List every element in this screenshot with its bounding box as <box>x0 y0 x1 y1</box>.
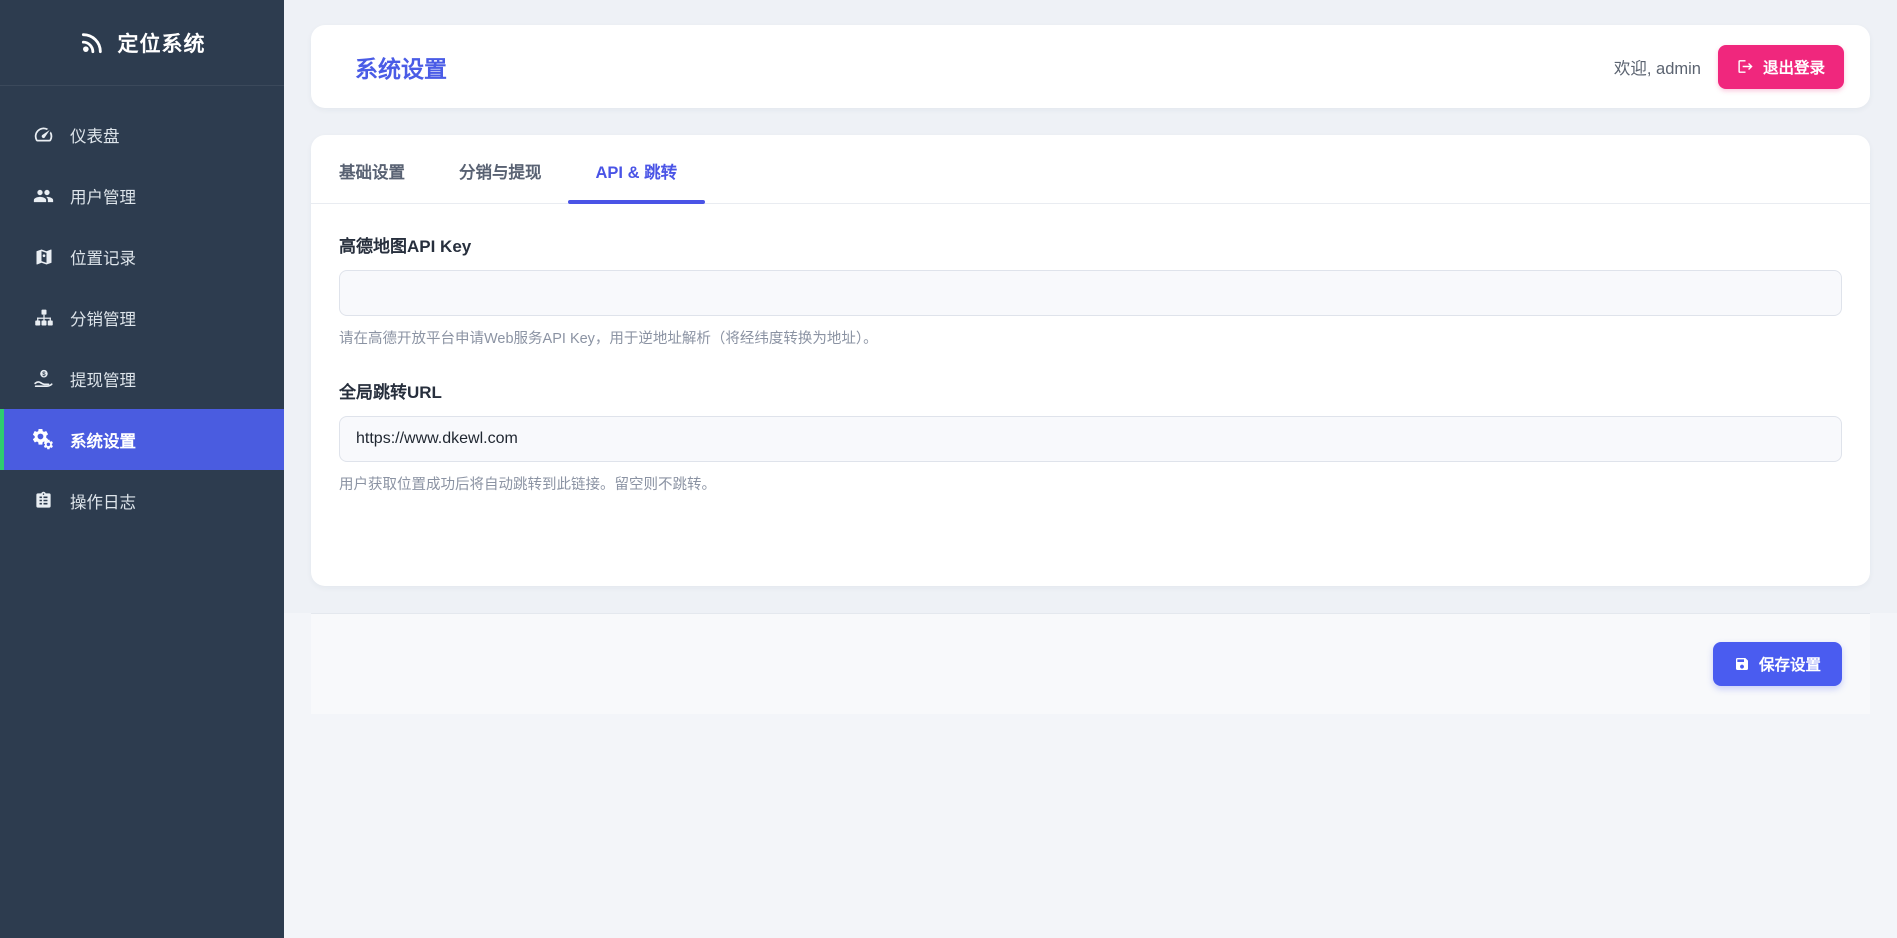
sitemap-icon <box>33 307 54 328</box>
sidebar-item-logs[interactable]: 操作日志 <box>0 470 284 531</box>
clipboard-list-icon <box>33 490 54 511</box>
field-amap-api-key: 高德地图API Key 请在高德开放平台申请Web服务API Key，用于逆地址… <box>339 232 1842 348</box>
tab-basic-settings[interactable]: 基础设置 <box>339 135 405 203</box>
brand-name: 定位系统 <box>117 32 206 56</box>
save-settings-button[interactable]: 保存设置 <box>1712 642 1842 686</box>
header-right: 欢迎, admin 退出登录 <box>1613 44 1844 89</box>
sidebar-item-distribution[interactable]: 分销管理 <box>0 287 284 348</box>
tabbar: 基础设置 分销与提现 API & 跳转 <box>311 135 1870 204</box>
sidebar-item-withdrawals[interactable]: $ 提现管理 <box>0 348 284 409</box>
sidebar-item-locations[interactable]: 位置记录 <box>0 226 284 287</box>
gears-icon <box>33 429 54 450</box>
sidebar-item-dashboard[interactable]: 仪表盘 <box>0 104 284 165</box>
sidebar-item-label: 操作日志 <box>70 493 136 512</box>
logout-button[interactable]: 退出登录 <box>1717 44 1844 89</box>
satellite-dish-icon <box>79 30 105 56</box>
tab-api-redirect[interactable]: API & 跳转 <box>567 135 705 204</box>
tab-distribution-withdrawal[interactable]: 分销与提现 <box>459 135 542 203</box>
svg-text:$: $ <box>42 371 46 378</box>
sidebar: 定位系统 仪表盘 用户管理 位置记录 分销管理 $ 提现管理 系统设置 操作日志 <box>0 0 284 938</box>
users-icon <box>33 185 54 206</box>
global-redirect-url-help: 用户获取位置成功后将自动跳转到此链接。留空则不跳转。 <box>339 477 716 493</box>
page-title: 系统设置 <box>355 55 447 82</box>
sidebar-item-users[interactable]: 用户管理 <box>0 165 284 226</box>
main-content: 系统设置 欢迎, admin 退出登录 基础设置 分销与提现 API & 跳转 … <box>284 0 1897 613</box>
settings-form: 高德地图API Key 请在高德开放平台申请Web服务API Key，用于逆地址… <box>311 204 1870 494</box>
sidebar-item-label: 仪表盘 <box>70 127 120 146</box>
sidebar-item-label: 分销管理 <box>70 310 136 329</box>
gauge-icon <box>33 124 54 145</box>
amap-api-key-input[interactable] <box>339 270 1842 316</box>
global-redirect-url-input[interactable] <box>339 416 1842 462</box>
page-background <box>284 714 1897 938</box>
sidebar-item-label: 系统设置 <box>70 432 136 451</box>
global-redirect-url-label: 全局跳转URL <box>339 383 442 402</box>
hand-holding-usd-icon: $ <box>33 368 54 389</box>
sidebar-menu: 仪表盘 用户管理 位置记录 分销管理 $ 提现管理 系统设置 操作日志 <box>0 86 284 531</box>
save-settings-label: 保存设置 <box>1758 657 1821 674</box>
map-marked-icon <box>33 246 54 267</box>
form-footer: 保存设置 <box>311 613 1870 714</box>
brand: 定位系统 <box>0 0 284 86</box>
settings-card: 基础设置 分销与提现 API & 跳转 高德地图API Key 请在高德开放平台… <box>311 135 1870 586</box>
sidebar-item-settings[interactable]: 系统设置 <box>0 409 284 470</box>
sidebar-item-label: 用户管理 <box>70 188 136 207</box>
header-bar: 系统设置 欢迎, admin 退出登录 <box>311 25 1870 108</box>
amap-api-key-label: 高德地图API Key <box>339 237 472 256</box>
sidebar-item-label: 提现管理 <box>70 371 136 390</box>
amap-api-key-help: 请在高德开放平台申请Web服务API Key，用于逆地址解析（将经纬度转换为地址… <box>339 331 878 347</box>
save-icon <box>1734 656 1750 672</box>
sidebar-item-label: 位置记录 <box>70 249 136 268</box>
logout-button-label: 退出登录 <box>1762 59 1825 77</box>
field-global-redirect-url: 全局跳转URL 用户获取位置成功后将自动跳转到此链接。留空则不跳转。 <box>339 378 1842 494</box>
main-area: 系统设置 欢迎, admin 退出登录 基础设置 分销与提现 API & 跳转 … <box>284 0 1897 938</box>
welcome-text: 欢迎, admin <box>1613 59 1701 78</box>
sign-out-icon <box>1737 58 1754 75</box>
app-window: 定位系统 仪表盘 用户管理 位置记录 分销管理 $ 提现管理 系统设置 操作日志… <box>0 0 1897 938</box>
